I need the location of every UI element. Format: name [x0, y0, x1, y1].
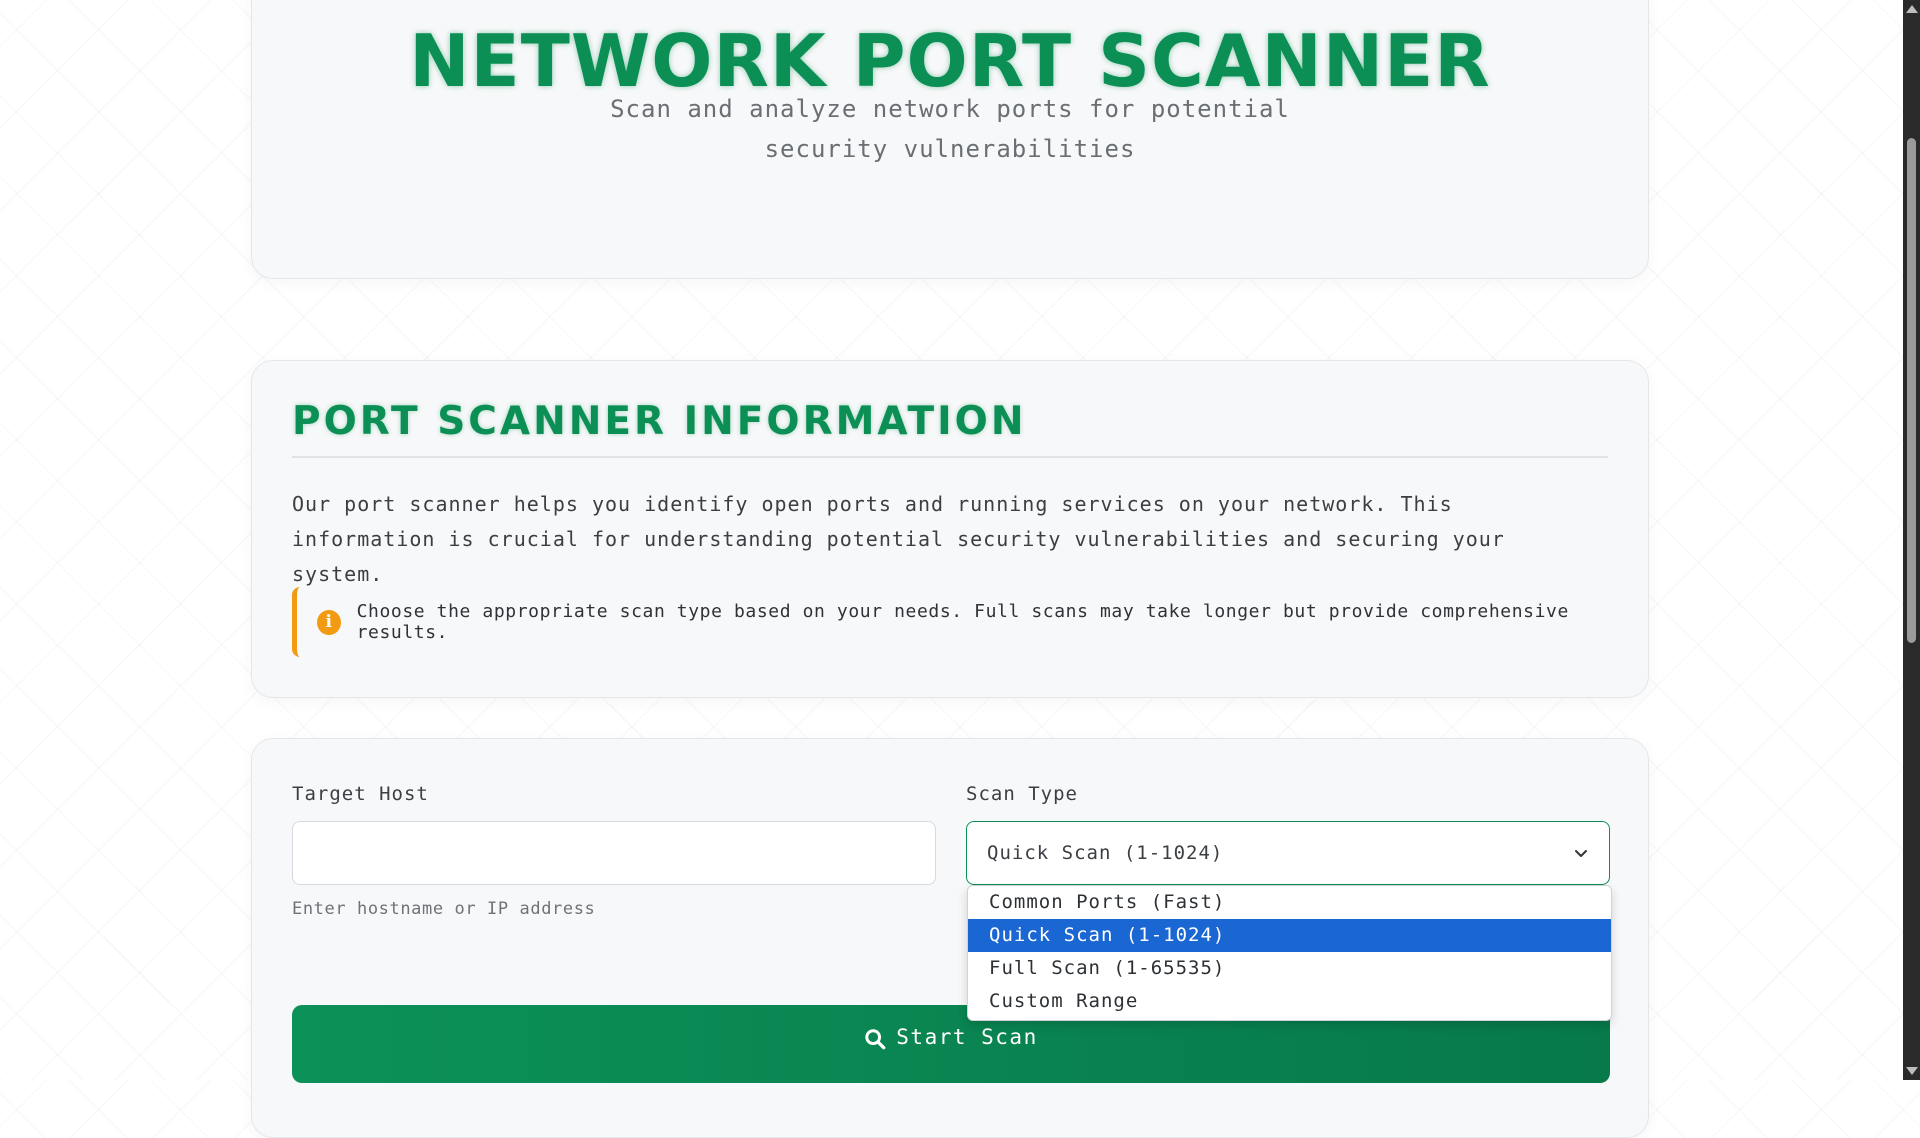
- scan-type-option-common[interactable]: Common Ports (Fast): [968, 886, 1611, 919]
- start-scan-label: Start Scan: [896, 1025, 1038, 1049]
- chevron-down-icon: [1575, 850, 1587, 857]
- info-description: Our port scanner helps you identify open…: [292, 492, 1505, 586]
- info-card: PORT SCANNER INFORMATION Our port scanne…: [251, 360, 1649, 698]
- scan-type-option-quick[interactable]: Quick Scan (1-1024): [968, 919, 1611, 952]
- scan-type-option-custom[interactable]: Custom Range: [968, 985, 1611, 1018]
- scan-type-dropdown: Common Ports (Fast) Quick Scan (1-1024) …: [967, 885, 1612, 1021]
- scan-type-value: Quick Scan (1-1024): [987, 842, 1224, 864]
- page-subtitle: Scan and analyze network ports for poten…: [610, 95, 1290, 163]
- hero-card: NETWORK PORT SCANNER Scan and analyze ne…: [251, 0, 1649, 279]
- target-host-label: Target Host: [292, 783, 429, 805]
- scan-type-option-full[interactable]: Full Scan (1-65535): [968, 952, 1611, 985]
- scan-type-label: Scan Type: [966, 783, 1078, 805]
- info-heading: PORT SCANNER INFORMATION: [292, 399, 1608, 458]
- scrollbar-thumb[interactable]: [1907, 138, 1916, 643]
- scan-type-select[interactable]: Quick Scan (1-1024): [966, 821, 1610, 885]
- target-host-hint: Enter hostname or IP address: [292, 899, 596, 919]
- scroll-up-arrow-icon[interactable]: [1906, 5, 1918, 13]
- notice-text: Choose the appropriate scan type based o…: [356, 601, 1569, 643]
- scrollbar[interactable]: [1903, 0, 1920, 1080]
- info-icon: i: [317, 609, 341, 635]
- target-host-input[interactable]: [292, 821, 936, 885]
- info-notice: i Choose the appropriate scan type based…: [292, 587, 1597, 657]
- search-icon: [865, 1029, 886, 1050]
- scroll-down-arrow-icon[interactable]: [1906, 1067, 1918, 1075]
